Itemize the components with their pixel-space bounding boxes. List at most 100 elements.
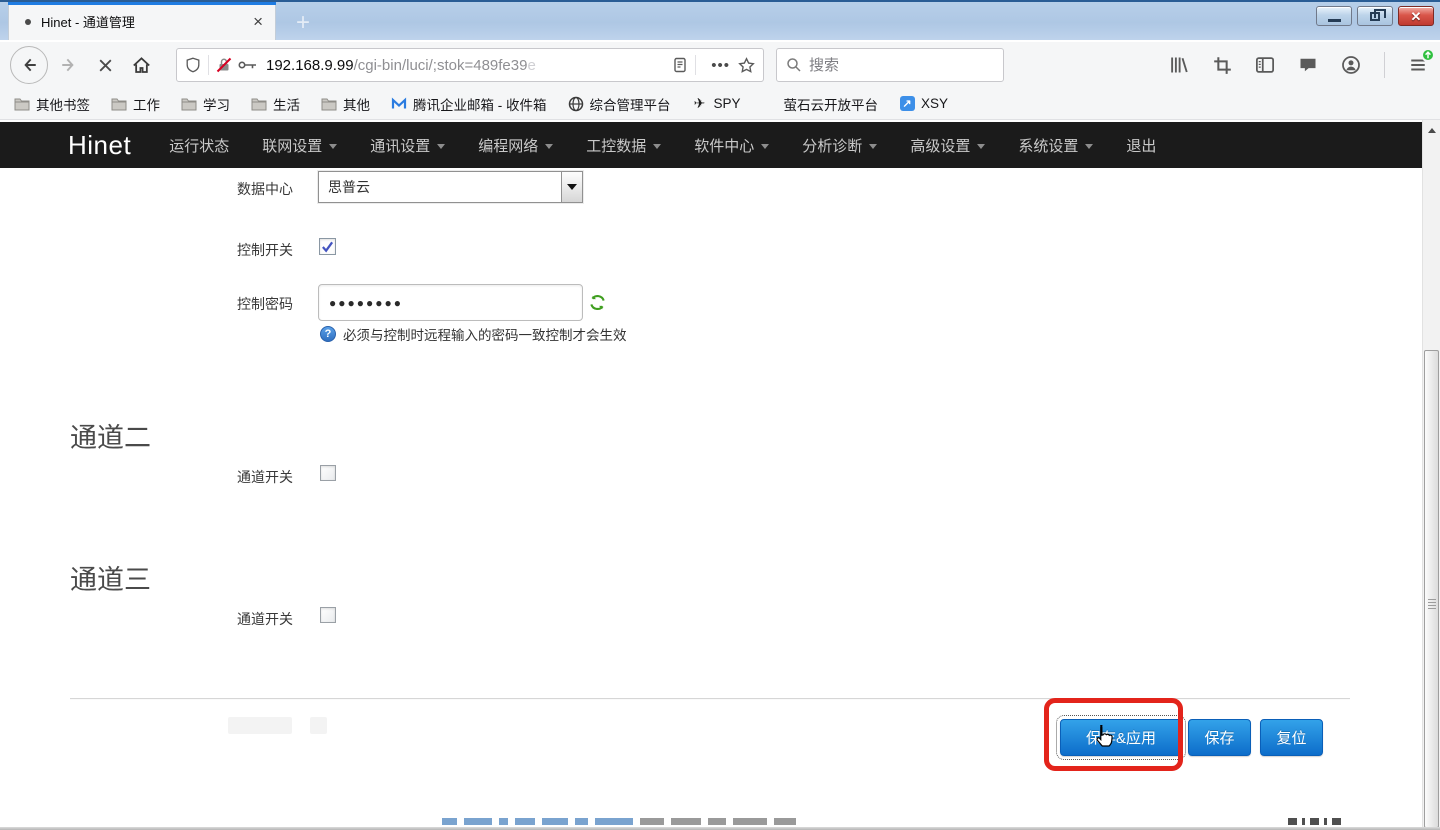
save-button[interactable]: 保存 [1188,719,1251,756]
bookmark-label: 萤石云开放平台 [784,94,879,114]
select-dropdown-button[interactable] [561,172,582,202]
browser-tab[interactable]: Hinet - 通道管理 × [8,3,276,40]
restore-icon [1370,12,1380,21]
bookmark-folder-study[interactable]: 学习 [181,94,230,114]
bookmark-folder-other-bookmarks[interactable]: 其他书签 [14,94,90,114]
password-hint-text: 必须与控制时远程输入的密码一致控制才会生效 [343,324,627,344]
ghost-artifact [310,717,327,734]
search-box[interactable] [776,48,1004,82]
forward-button[interactable] [54,50,84,80]
menu-label: 分析诊断 [802,138,862,155]
menu-label: 退出 [1126,138,1156,155]
stop-button[interactable] [90,50,120,80]
menu-advanced-settings[interactable]: 高级设置 [910,135,985,156]
browser-toolbar: 192.168.9.99/cgi-bin/luci/;stok=489fe39e… [0,42,1440,88]
vertical-scrollbar[interactable] [1422,120,1440,830]
channel-3-switch-checkbox[interactable] [320,607,336,623]
url-path: /cgi-bin/luci/;stok=489fe39 [354,57,528,74]
section-title-channel-3: 通道三 [70,558,151,597]
menu-analysis-diagnosis[interactable]: 分析诊断 [802,135,877,156]
menu-logout[interactable]: 退出 [1126,135,1156,156]
menu-industrial-data[interactable]: 工控数据 [586,135,661,156]
control-switch-label: 控制开关 [0,240,293,260]
bookmark-spy[interactable]: ✈ SPY [692,96,741,112]
home-button[interactable] [126,50,156,80]
menu-comm-settings[interactable]: 通讯设置 [370,135,445,156]
menu-label: 运行状态 [169,138,229,155]
menu-label: 高级设置 [910,138,970,155]
chevron-down-icon [545,144,553,149]
new-tab-button[interactable]: + [286,6,320,40]
bookmark-folder-misc[interactable]: 其他 [321,94,370,114]
folder-icon [14,96,30,112]
scrollbar-up-arrow[interactable] [1423,122,1440,138]
bookmark-tencent-mail[interactable]: 腾讯企业邮箱 - 收件箱 [391,94,547,114]
bookmark-mgmt-platform[interactable]: 综合管理平台 [568,94,671,114]
bookmark-label: 综合管理平台 [590,94,671,114]
menu-run-status[interactable]: 运行状态 [169,135,229,156]
bookmark-xsy[interactable]: ↗ XSY [899,96,948,112]
page-actions-icon[interactable]: ••• [711,57,730,74]
back-button[interactable] [10,46,48,84]
help-icon: ? [320,326,336,342]
footer-clipped-text [442,818,796,825]
chevron-down-icon [1085,144,1093,149]
site-logo[interactable]: Hinet [68,130,131,161]
page-content: 数据中心 思普云 控制开关 控制密码 ? 必须与控制时远程输入的密码一致控制才会… [0,168,1422,830]
bookmark-label: SPY [714,96,741,111]
data-center-select[interactable]: 思普云 [318,171,583,203]
bookmark-label: 腾讯企业邮箱 - 收件箱 [413,94,547,114]
chevron-down-icon [653,144,661,149]
chevron-down-icon [437,144,445,149]
account-icon[interactable] [1341,55,1361,75]
data-center-label: 数据中心 [0,179,293,199]
control-password-input[interactable] [318,284,583,321]
chevron-up-icon [1428,128,1436,133]
url-bar[interactable]: 192.168.9.99/cgi-bin/luci/;stok=489fe39e… [176,48,764,82]
window-minimize-button[interactable] [1316,6,1352,26]
chevron-down-icon [761,144,769,149]
menu-network-settings[interactable]: 联网设置 [262,135,337,156]
window-controls: ✕ [1316,6,1434,26]
search-input[interactable] [809,57,969,74]
chevron-down-icon [567,184,577,190]
menu-system-settings[interactable]: 系统设置 [1018,135,1093,156]
channel-2-switch-checkbox[interactable] [320,465,336,481]
control-password-label: 控制密码 [0,294,293,314]
control-switch-checkbox[interactable] [319,238,336,255]
url-path-faded: e [527,57,535,74]
back-icon [20,56,38,74]
tab-title: Hinet - 通道管理 [41,12,241,31]
refresh-password-icon[interactable] [589,294,606,316]
globe-icon [568,96,584,112]
tencent-mail-icon [391,96,407,112]
messages-icon[interactable] [1298,55,1318,75]
bookmark-folder-life[interactable]: 生活 [251,94,300,114]
ghost-artifact [228,717,292,734]
site-menu: 运行状态 联网设置 通讯设置 编程网络 工控数据 软件中心 分析诊断 高级设置 … [169,135,1156,156]
library-icon[interactable] [1169,55,1189,75]
bookmark-star-icon[interactable] [738,57,755,74]
menu-hamburger-icon[interactable] [1408,55,1428,75]
toolbar-separator [1384,52,1385,78]
menu-programming-network[interactable]: 编程网络 [478,135,553,156]
scrollbar-thumb[interactable] [1424,350,1439,828]
reader-mode-icon[interactable] [672,57,688,73]
tab-close-icon[interactable]: × [241,12,275,32]
reset-button[interactable]: 复位 [1260,719,1323,756]
menu-label: 通讯设置 [370,138,430,155]
screenshot-icon[interactable] [1212,55,1232,75]
xsy-icon: ↗ [899,96,915,112]
window-close-button[interactable]: ✕ [1398,6,1434,26]
key-icon [238,59,258,71]
bookmark-ezviz[interactable]: 萤石云开放平台 [762,94,879,114]
close-icon: ✕ [1411,10,1422,23]
window-restore-button[interactable] [1357,6,1393,26]
footer-clipped-text-right [1288,818,1341,825]
menu-software-center[interactable]: 软件中心 [694,135,769,156]
bookmark-folder-work[interactable]: 工作 [111,94,160,114]
menu-label: 软件中心 [694,138,754,155]
scrollbar-grip [1428,599,1436,610]
menu-label: 编程网络 [478,138,538,155]
sidebar-icon[interactable] [1255,55,1275,75]
